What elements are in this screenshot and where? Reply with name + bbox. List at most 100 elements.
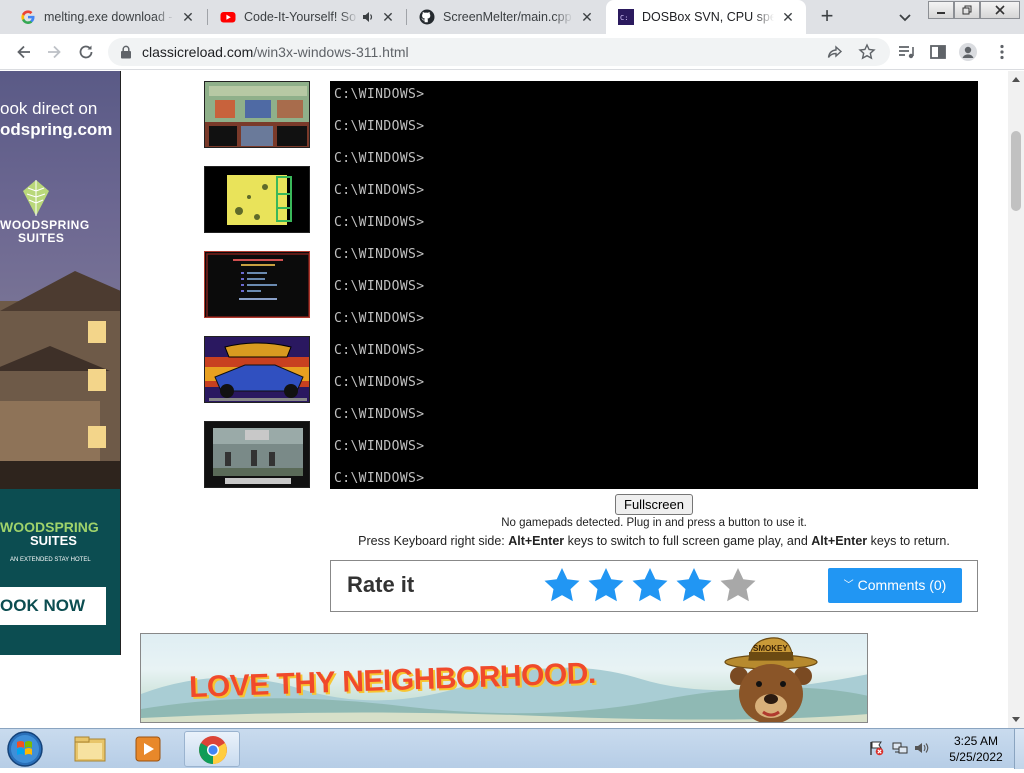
tab-code-it-yourself[interactable]: Code-It-Yourself! So ✕ bbox=[208, 0, 406, 34]
scroll-down-arrow-icon[interactable] bbox=[1012, 717, 1020, 722]
close-window-button[interactable] bbox=[980, 1, 1020, 19]
ad-brand-bottom: SUITES bbox=[18, 231, 65, 245]
dos-prompt-line: C:\WINDOWS> bbox=[334, 87, 425, 102]
clock-date: 5/25/2022 bbox=[949, 750, 1003, 764]
game-thumbnail-3[interactable] bbox=[204, 251, 310, 318]
dosbox-emulator-screen[interactable]: C:\WINDOWS> C:\WINDOWS> C:\WINDOWS> C:\WIND… bbox=[330, 81, 978, 489]
book-now-button[interactable]: OOK NOW bbox=[0, 587, 106, 625]
dos-prompt-line: C:\WINDOWS> bbox=[334, 407, 425, 422]
ad-lower-panel: WOODSPRING SUITES AN EXTENDED STAY HOTEL… bbox=[0, 489, 120, 655]
dos-prompt-line: C:\WINDOWS> bbox=[334, 439, 425, 454]
github-icon bbox=[419, 9, 435, 25]
scrollbar-thumb[interactable] bbox=[1011, 131, 1021, 211]
tab-screenmelter-github[interactable]: ScreenMelter/main.cpp a ✕ bbox=[407, 0, 605, 34]
game-screenshot-image bbox=[213, 428, 303, 484]
tab-search-chevron-icon[interactable] bbox=[896, 8, 914, 26]
kebab-menu-icon[interactable] bbox=[992, 42, 1012, 62]
network-icon[interactable] bbox=[892, 740, 908, 756]
star-empty-icon[interactable] bbox=[718, 566, 758, 606]
game-screenshot-image bbox=[205, 82, 309, 147]
ad-brand: WOODSPRING SUITES bbox=[0, 219, 90, 245]
profile-avatar-icon[interactable] bbox=[958, 42, 978, 62]
comments-button[interactable]: ﹀ Comments (0) bbox=[828, 568, 962, 603]
ad-tagline: AN EXTENDED STAY HOTEL bbox=[10, 557, 91, 563]
tab-title: melting.exe download - G bbox=[44, 10, 174, 24]
star-filled-icon[interactable] bbox=[586, 566, 626, 606]
kb-text-pre: Press Keyboard right side: bbox=[358, 534, 509, 548]
media-controls-icon[interactable] bbox=[896, 42, 916, 62]
show-desktop-button[interactable] bbox=[1014, 729, 1024, 769]
restore-window-button[interactable] bbox=[954, 1, 980, 19]
woodspring-leaf-logo-icon bbox=[23, 180, 49, 216]
side-panel-icon[interactable] bbox=[928, 42, 948, 62]
dos-prompt-line: C:\WINDOWS> bbox=[334, 119, 425, 134]
rating-panel: Rate it ﹀ Comments (0) bbox=[330, 560, 978, 612]
star-filled-icon[interactable] bbox=[674, 566, 714, 606]
star-filled-icon[interactable] bbox=[630, 566, 670, 606]
game-thumbnail-5[interactable] bbox=[204, 421, 310, 488]
close-window-icon bbox=[995, 5, 1005, 15]
kb-key-2: Alt+Enter bbox=[811, 534, 868, 548]
action-center-flag-icon[interactable] bbox=[868, 740, 884, 756]
star-filled-icon[interactable] bbox=[542, 566, 582, 606]
chrome-taskbar-button[interactable] bbox=[184, 731, 240, 767]
speaker-audio-icon[interactable] bbox=[362, 11, 374, 23]
forward-arrow-icon[interactable] bbox=[44, 42, 64, 62]
dos-prompt-line: C:\WINDOWS> bbox=[334, 471, 425, 486]
browser-toolbar: classicreload.com/win3x-windows-311.html bbox=[0, 34, 1024, 70]
clock-time: 3:25 AM bbox=[953, 734, 999, 748]
tab-dosbox-active[interactable]: C: DOSBox SVN, CPU speed ✕ bbox=[606, 0, 806, 34]
tab-melting-download[interactable]: melting.exe download - G ✕ bbox=[8, 0, 206, 34]
system-clock[interactable]: 3:25 AM 5/25/2022 bbox=[940, 733, 1012, 765]
tab-title: DOSBox SVN, CPU speed bbox=[642, 10, 774, 24]
close-tab-icon[interactable]: ✕ bbox=[780, 9, 796, 25]
chevron-down-icon: ﹀ bbox=[843, 580, 854, 591]
dos-prompt-line: C:\WINDOWS> bbox=[334, 375, 425, 390]
reload-icon[interactable] bbox=[76, 42, 96, 62]
game-thumbnail-4[interactable] bbox=[204, 336, 310, 403]
close-tab-icon[interactable]: ✕ bbox=[579, 9, 595, 25]
chrome-icon bbox=[199, 736, 227, 764]
address-bar[interactable]: classicreload.com/win3x-windows-311.html bbox=[108, 38, 890, 66]
back-arrow-icon[interactable] bbox=[14, 42, 34, 62]
dos-prompt-line: C:\WINDOWS> bbox=[334, 343, 425, 358]
keyboard-instructions: Press Keyboard right side: Alt+Enter key… bbox=[330, 534, 978, 548]
explorer-folder-icon[interactable] bbox=[62, 731, 118, 767]
dosbox-icon: C: bbox=[618, 9, 634, 25]
media-player-icon[interactable] bbox=[120, 731, 176, 767]
volume-speaker-icon[interactable] bbox=[914, 740, 930, 756]
url-domain: classicreload.com bbox=[142, 44, 254, 60]
kb-key-1: Alt+Enter bbox=[508, 534, 565, 548]
smokey-bear-banner-ad[interactable]: LOVE THY NEIGHBORHOOD. SMOKEY bbox=[140, 633, 868, 723]
start-button-icon[interactable] bbox=[4, 730, 46, 768]
dos-prompt-line: C:\WINDOWS> bbox=[334, 183, 425, 198]
gamepad-status-text: No gamepads detected. Plug in and press … bbox=[501, 517, 807, 529]
hotel-building-illustration bbox=[0, 271, 120, 489]
scroll-up-arrow-icon[interactable] bbox=[1012, 77, 1020, 82]
close-tab-icon[interactable]: ✕ bbox=[380, 9, 396, 25]
url-text: classicreload.com/win3x-windows-311.html bbox=[142, 44, 409, 60]
svg-text:C:: C: bbox=[620, 14, 628, 22]
share-icon[interactable] bbox=[826, 43, 844, 61]
bookmark-star-icon[interactable] bbox=[858, 43, 876, 61]
minimize-window-button[interactable] bbox=[928, 1, 954, 19]
woodspring-side-ad[interactable]: ook direct on odspring.com WOODSPRING SU… bbox=[0, 71, 121, 655]
url-path: /win3x-windows-311.html bbox=[253, 44, 409, 60]
windows-taskbar: 3:25 AM 5/25/2022 bbox=[0, 728, 1024, 769]
minimize-icon bbox=[937, 12, 945, 14]
rate-it-label: Rate it bbox=[347, 572, 415, 597]
game-thumbnail-2[interactable] bbox=[204, 166, 310, 233]
comments-label: Comments (0) bbox=[857, 577, 947, 593]
ad-lower-suites: SUITES bbox=[30, 533, 77, 548]
kb-text-post: keys to return. bbox=[867, 534, 950, 548]
ad-text-line1: ook direct on bbox=[0, 99, 98, 118]
game-thumbnail-1[interactable] bbox=[204, 81, 310, 148]
dos-prompt-line: C:\WINDOWS> bbox=[334, 279, 425, 294]
new-tab-button[interactable]: + bbox=[816, 5, 838, 28]
close-tab-icon[interactable]: ✕ bbox=[180, 9, 196, 25]
page-scrollbar[interactable] bbox=[1008, 71, 1024, 728]
dos-prompt-line: C:\WINDOWS> bbox=[334, 247, 425, 262]
game-screenshot-image bbox=[227, 175, 292, 225]
lock-icon[interactable] bbox=[120, 45, 132, 59]
fullscreen-button[interactable]: Fullscreen bbox=[615, 494, 693, 515]
